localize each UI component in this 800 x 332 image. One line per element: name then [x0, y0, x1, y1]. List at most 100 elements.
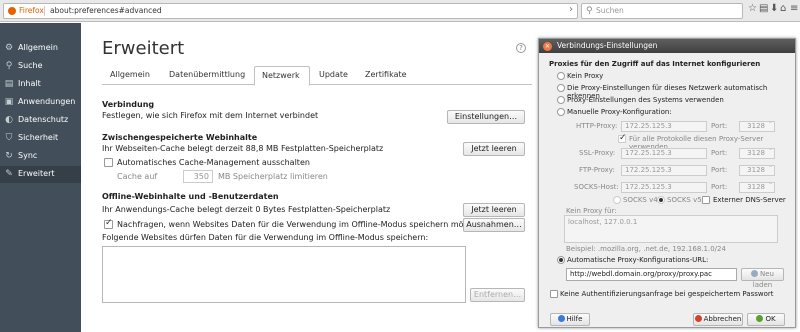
- radio-auto-url-label: Automatische Proxy-Konfigurations-URL:: [567, 256, 709, 264]
- sidebar-item-content[interactable]: ▤ Inhalt: [0, 76, 81, 93]
- offline-notify-label: Nachfragen, wenn Websites Daten für die …: [117, 220, 489, 229]
- close-icon[interactable]: ✕: [543, 42, 552, 51]
- sidebar-item-label: Sicherheit: [18, 133, 59, 142]
- search-glass-icon: ⚲: [586, 6, 593, 16]
- tab-update[interactable]: Update: [319, 66, 348, 85]
- tab-data-choices[interactable]: Datenübermittlung: [169, 66, 245, 85]
- tab-network[interactable]: Netzwerk: [254, 66, 310, 86]
- dialog-ok-button[interactable]: OK: [747, 313, 785, 326]
- exceptions-button[interactable]: Ausnahmen…: [463, 218, 525, 232]
- no-proxy-example: Beispiel: .mozilla.org, .net.de, 192.168…: [566, 245, 726, 253]
- identity-label[interactable]: Firefox: [19, 6, 44, 15]
- ssl-port-input[interactable]: 3128: [739, 147, 775, 159]
- offline-sites-label: Folgende Websites dürfen Daten für die V…: [102, 233, 429, 242]
- sidebar-item-advanced[interactable]: ✎ Erweitert: [0, 166, 81, 183]
- download-icon[interactable]: ⬇: [770, 3, 778, 14]
- dialog-cancel-button[interactable]: Abbrechen: [693, 313, 743, 326]
- help-icon: [557, 315, 565, 322]
- sidebar-item-label: Erweitert: [18, 169, 55, 178]
- dialog-help-button[interactable]: Hilfe: [550, 313, 590, 326]
- tab-bar: Allgemein Datenübermittlung Netzwerk Upd…: [102, 66, 532, 86]
- no-proxy-label: Kein Proxy für:: [566, 207, 617, 215]
- radio-auto-detect[interactable]: [557, 84, 565, 92]
- sidebar-item-sync[interactable]: ↻ Sync: [0, 148, 81, 165]
- remote-dns-checkbox[interactable]: [702, 196, 710, 204]
- socks-port-label: Port:: [711, 183, 728, 191]
- socks-host-input[interactable]: 172.25.125.3: [621, 182, 707, 193]
- reload-button[interactable]: Neu laden: [741, 268, 784, 289]
- ok-icon: [756, 315, 764, 322]
- clear-cache-button[interactable]: Jetzt leeren: [463, 142, 525, 156]
- applications-icon: ▣: [4, 97, 14, 107]
- preferences-main: Erweitert ? Allgemein Datenübermittlung …: [81, 23, 537, 332]
- help-icon[interactable]: ?: [516, 43, 526, 53]
- sidebar-item-applications[interactable]: ▣ Anwendungen: [0, 94, 81, 111]
- sidebar-item-label: Inhalt: [18, 79, 41, 88]
- url-text[interactable]: about:preferences#advanced: [50, 6, 162, 15]
- page-title: Erweitert: [102, 38, 185, 59]
- no-auth-checkbox[interactable]: [550, 290, 558, 298]
- ftp-port-input[interactable]: 3128: [739, 164, 775, 176]
- help-button-label: Hilfe: [566, 315, 583, 323]
- home-icon[interactable]: ⌂: [780, 3, 786, 14]
- http-port-input[interactable]: 3128: [739, 120, 775, 132]
- offline-sites-list[interactable]: [102, 246, 466, 303]
- http-proxy-label: HTTP-Proxy:: [576, 122, 618, 130]
- radio-no-proxy[interactable]: [557, 72, 565, 80]
- radio-socks4[interactable]: [613, 196, 621, 204]
- radio-no-proxy-label: Kein Proxy: [567, 72, 604, 80]
- sidebar-item-label: Suche: [18, 61, 43, 70]
- connection-heading: Verbindung: [102, 100, 155, 109]
- radio-manual-proxy[interactable]: [557, 108, 565, 116]
- sidebar-item-search[interactable]: ⚲ Suche: [0, 58, 81, 75]
- search-placeholder: Suchen: [596, 6, 624, 15]
- remote-dns-label: Externer DNS-Server: [713, 196, 786, 204]
- http-proxy-input[interactable]: 172.25.125.3: [621, 121, 707, 132]
- proxy-heading: Proxies für den Zugriff auf das Internet…: [549, 60, 761, 68]
- radio-manual-proxy-label: Manuelle Proxy-Konfiguration:: [567, 108, 672, 116]
- sidebar-item-privacy[interactable]: ◐ Datenschutz: [0, 112, 81, 129]
- search-bar[interactable]: ⚲ Suchen: [581, 3, 743, 19]
- go-arrow-icon[interactable]: ›: [569, 4, 573, 15]
- url-bar[interactable]: Firefox about:preferences#advanced ›: [3, 3, 578, 19]
- offline-heading: Offline-Webinhalte und -Benutzerdaten: [102, 192, 279, 201]
- tab-certificates[interactable]: Zertifikate: [365, 66, 407, 85]
- auto-url-input[interactable]: http://webdl.domain.org/proxy/proxy.pac: [566, 268, 737, 281]
- ssl-proxy-input[interactable]: 172.25.125.3: [621, 148, 707, 159]
- connection-description: Festlegen, wie sich Firefox mit dem Inte…: [102, 111, 319, 120]
- radio-system-proxy[interactable]: [557, 96, 565, 104]
- radio-auto-url[interactable]: [557, 256, 565, 264]
- sync-icon: ↻: [5, 151, 13, 161]
- general-icon: ⚙: [4, 43, 14, 53]
- auto-cache-checkbox[interactable]: [104, 158, 113, 167]
- socks4-label: SOCKS v4: [623, 196, 658, 204]
- clear-cache-label: Jetzt leeren: [471, 144, 517, 153]
- clear-offline-button[interactable]: Jetzt leeren: [463, 203, 525, 217]
- offline-description: Ihr Anwendungs-Cache belegt derzeit 0 By…: [102, 205, 391, 214]
- menu-icon[interactable]: ≡: [790, 3, 798, 14]
- bookmarks-icon[interactable]: ▤: [759, 3, 768, 14]
- no-proxy-input[interactable]: localhost, 127.0.0.1: [564, 215, 778, 243]
- no-proxy-value: localhost, 127.0.0.1: [568, 218, 638, 226]
- radio-socks5[interactable]: [657, 196, 665, 204]
- all-protocols-checkbox[interactable]: [618, 133, 627, 143]
- ftp-proxy-input[interactable]: 172.25.125.3: [621, 165, 707, 176]
- sidebar-item-security[interactable]: ⛉ Sicherheit: [0, 130, 81, 147]
- no-auth-label: Keine Authentifizierungsanfrage bei gesp…: [560, 290, 774, 298]
- offline-notify-checkbox[interactable]: [104, 218, 113, 229]
- http-port-label: Port:: [711, 122, 728, 130]
- content-icon: ▤: [4, 79, 14, 89]
- cache-limit-input[interactable]: 350: [183, 170, 213, 183]
- ssl-port-label: Port:: [711, 149, 728, 157]
- cancel-icon: [694, 315, 702, 322]
- cancel-button-label: Abbrechen: [703, 315, 742, 323]
- ok-button-label: OK: [765, 315, 776, 323]
- remove-site-button[interactable]: Entfernen…: [470, 288, 525, 302]
- connection-settings-button[interactable]: Einstellungen…: [447, 110, 525, 124]
- sidebar-item-general[interactable]: ⚙ Allgemein: [0, 40, 81, 57]
- star-icon[interactable]: ☆: [748, 3, 757, 14]
- socks-port-input[interactable]: 3128: [739, 181, 775, 193]
- cache-heading: Zwischengespeicherte Webinhalte: [102, 133, 258, 142]
- tab-general[interactable]: Allgemein: [110, 66, 150, 85]
- dialog-titlebar: ✕ Verbindungs-Einstellungen: [539, 39, 795, 53]
